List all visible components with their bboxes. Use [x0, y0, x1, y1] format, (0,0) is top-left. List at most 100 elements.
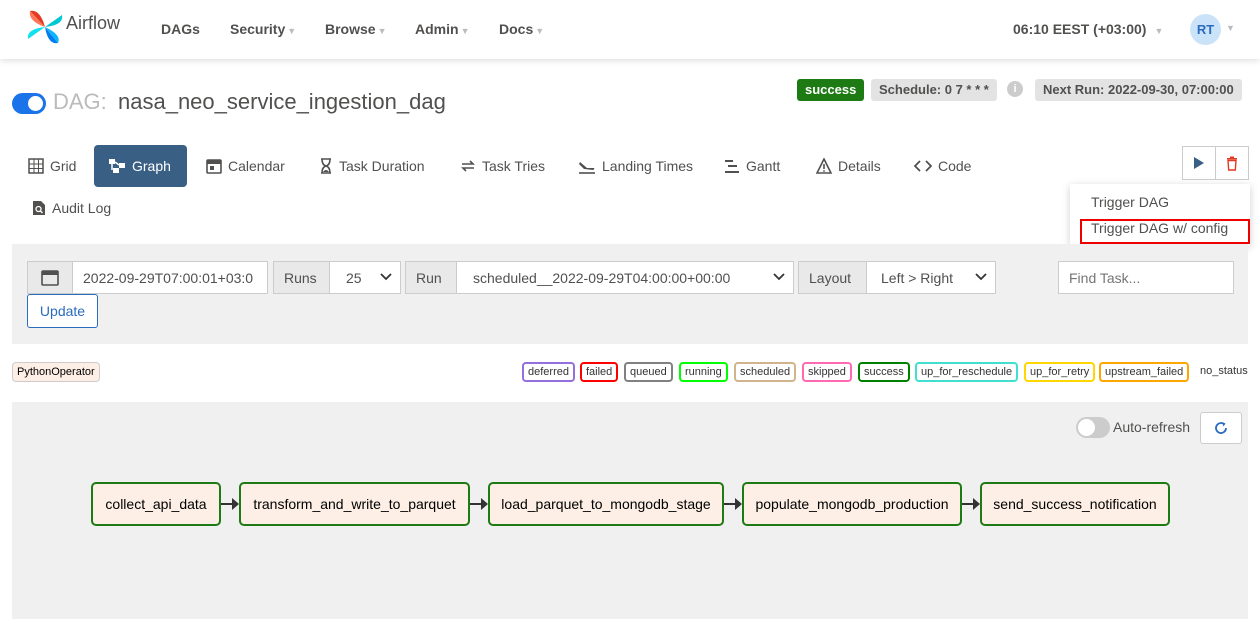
- tab-code[interactable]: Code: [900, 145, 985, 187]
- play-icon: [1194, 157, 1204, 169]
- airflow-logo[interactable]: Airflow: [26, 9, 120, 45]
- gantt-icon: [725, 160, 739, 173]
- tab-grid[interactable]: Grid: [14, 145, 90, 187]
- tab-audit-log[interactable]: Audit Log: [18, 187, 125, 229]
- tab-gantt[interactable]: Gantt: [710, 145, 794, 187]
- warning-icon: [816, 158, 832, 174]
- tab-graph[interactable]: Graph: [94, 145, 187, 187]
- nav-dags-label: DAGs: [161, 21, 200, 37]
- run-select[interactable]: scheduled__2022-09-29T04:00:00+00:00: [456, 261, 794, 294]
- avatar[interactable]: RT: [1190, 14, 1221, 45]
- nav-browse-label: Browse: [325, 21, 376, 37]
- tab-landing-times[interactable]: Landing Times: [564, 145, 707, 187]
- layout-label: Layout: [798, 261, 867, 294]
- arrow-icon: [481, 498, 488, 510]
- runs-label: Runs: [273, 261, 330, 294]
- toggle-knob: [1078, 419, 1095, 436]
- nav-browse[interactable]: Browse ▼: [325, 21, 387, 37]
- chevron-down-icon: [773, 273, 785, 281]
- nav-admin[interactable]: Admin ▼: [415, 21, 469, 37]
- tab-grid-label: Grid: [50, 158, 77, 174]
- brand-name: Airflow: [66, 12, 121, 33]
- dag-pause-toggle[interactable]: [12, 93, 46, 114]
- nav-admin-label: Admin: [415, 21, 459, 37]
- arrow-icon: [973, 498, 980, 510]
- calendar-icon: [206, 159, 222, 174]
- chevron-down-icon: ▼: [460, 26, 470, 36]
- schedule-badge: Schedule: 0 7 * * *: [871, 79, 997, 101]
- chevron-down-icon: [380, 273, 392, 281]
- edge: [962, 503, 973, 505]
- layout-select[interactable]: Left > Right: [866, 261, 996, 294]
- chevron-down-icon[interactable]: ▼: [1226, 23, 1235, 33]
- refresh-button[interactable]: [1200, 412, 1242, 444]
- tab-calendar-label: Calendar: [228, 158, 285, 174]
- legend-up-for-retry: up_for_retry: [1024, 362, 1096, 382]
- legend-upstream-failed: upstream_failed: [1099, 362, 1190, 382]
- delete-dag-button[interactable]: [1215, 146, 1249, 180]
- tab-details-label: Details: [838, 158, 881, 174]
- layout-value: Left > Right: [881, 269, 953, 286]
- arrow-icon: [735, 498, 742, 510]
- edge: [724, 503, 735, 505]
- calendar-icon: [41, 270, 59, 286]
- tab-calendar[interactable]: Calendar: [192, 145, 299, 187]
- trigger-dag-button[interactable]: [1182, 146, 1216, 180]
- nav-dags[interactable]: DAGs: [161, 21, 200, 37]
- tab-task-tries[interactable]: Task Tries: [446, 145, 559, 187]
- landing-icon: [579, 162, 595, 174]
- task-node[interactable]: transform_and_write_to_parquet: [239, 482, 470, 526]
- retry-icon: [461, 160, 475, 172]
- tab-task-tries-label: Task Tries: [482, 158, 546, 174]
- find-task-input[interactable]: [1058, 261, 1234, 294]
- status-badge: success: [797, 79, 865, 101]
- tab-landing-times-label: Landing Times: [602, 158, 694, 174]
- nav-security[interactable]: Security ▼: [230, 21, 296, 37]
- runs-select[interactable]: 25: [329, 261, 401, 294]
- filter-bar: [12, 244, 1248, 344]
- chevron-down-icon: ▼: [377, 26, 387, 36]
- nav-security-label: Security: [230, 21, 286, 37]
- task-node[interactable]: load_parquet_to_mongodb_stage: [488, 482, 724, 526]
- run-value: scheduled__2022-09-29T04:00:00+00:00: [473, 269, 731, 286]
- tab-graph-label: Graph: [132, 158, 171, 174]
- tab-audit-log-label: Audit Log: [52, 200, 112, 216]
- trash-icon: [1227, 156, 1237, 171]
- tab-task-duration[interactable]: Task Duration: [305, 145, 439, 187]
- auto-refresh-label: Auto-refresh: [1113, 419, 1191, 435]
- grid-icon: [28, 158, 44, 174]
- legend-deferred: deferred: [522, 362, 575, 382]
- timezone-clock[interactable]: 06:10 EEST (+03:00) ▼: [1013, 21, 1163, 37]
- legend-up-for-reschedule: up_for_reschedule: [915, 362, 1019, 382]
- auto-refresh-toggle[interactable]: [1076, 417, 1110, 438]
- legend-skipped: skipped: [802, 362, 852, 382]
- dag-prefix: DAG:: [53, 89, 107, 114]
- hourglass-icon: [321, 158, 331, 174]
- highlight-box: [1080, 219, 1250, 244]
- file-search-icon: [33, 201, 45, 215]
- update-button[interactable]: Update: [27, 294, 98, 328]
- arrow-icon: [232, 498, 239, 510]
- graph-icon: [109, 159, 125, 173]
- chevron-down-icon: ▼: [287, 26, 297, 36]
- base-date-input[interactable]: 2022-09-29T07:00:01+03:0: [72, 261, 268, 294]
- legend-success: success: [858, 362, 910, 382]
- task-node[interactable]: collect_api_data: [91, 482, 221, 526]
- dag-title: nasa_neo_service_ingestion_dag: [118, 89, 446, 114]
- next-run-badge: Next Run: 2022-09-30, 07:00:00: [1035, 79, 1242, 101]
- info-icon[interactable]: i: [1007, 81, 1023, 97]
- chevron-down-icon: [975, 273, 987, 281]
- nav-docs[interactable]: Docs ▼: [499, 21, 544, 37]
- task-node[interactable]: send_success_notification: [980, 482, 1170, 526]
- tab-details[interactable]: Details: [802, 145, 895, 187]
- navbar: Airflow DAGs Security ▼ Browse ▼ Admin ▼ Do…: [0, 0, 1260, 59]
- code-icon: [914, 160, 932, 172]
- task-node[interactable]: populate_mongodb_production: [742, 482, 962, 526]
- trigger-dag-menu-item[interactable]: Trigger DAG: [1091, 194, 1169, 210]
- legend-running: running: [679, 362, 728, 382]
- runs-value: 25: [346, 269, 362, 286]
- tab-task-duration-label: Task Duration: [339, 158, 425, 174]
- date-picker-button[interactable]: [27, 261, 73, 294]
- run-label: Run: [405, 261, 457, 294]
- toggle-knob: [28, 96, 43, 111]
